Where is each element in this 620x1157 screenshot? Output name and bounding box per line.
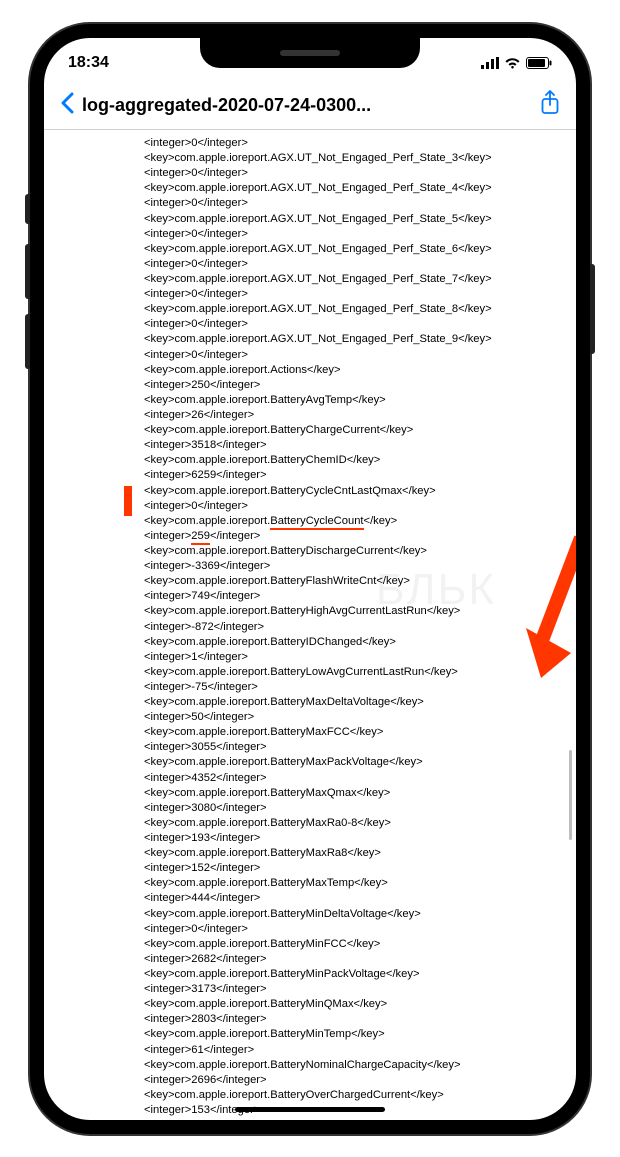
log-line: <integer>0</integer>: [144, 317, 566, 332]
log-line: <integer>2696</integer>: [144, 1073, 566, 1088]
log-line: <integer>4352</integer>: [144, 771, 566, 786]
log-content[interactable]: БЛЬК <integer>0</integer><key>com.apple.…: [44, 130, 576, 1120]
log-line: <integer>250</integer>: [144, 378, 566, 393]
log-line: <key>com.apple.ioreport.BatteryHighAvgCu…: [144, 604, 566, 619]
share-button[interactable]: [540, 90, 560, 121]
log-line: <key>com.apple.ioreport.BatteryLowAvgCur…: [144, 665, 566, 680]
cellular-icon: [481, 57, 499, 69]
log-line: <integer>259</integer>: [144, 529, 566, 544]
log-line: <integer>0</integer>: [144, 287, 566, 302]
log-line: <integer>749</integer>: [144, 589, 566, 604]
log-line: <key>com.apple.ioreport.Actions</key>: [144, 363, 566, 378]
log-line: <integer>0</integer>: [144, 922, 566, 937]
speaker-grille: [280, 50, 340, 56]
log-line: <integer>0</integer>: [144, 166, 566, 181]
log-line: <key>com.apple.ioreport.BatteryAvgTemp</…: [144, 393, 566, 408]
log-line: <integer>444</integer>: [144, 891, 566, 906]
screen: 18:34 log-aggregated-2020-07-24-0300... …: [44, 38, 576, 1120]
log-line: <key>com.apple.ioreport.BatteryMinDeltaV…: [144, 907, 566, 922]
log-line: <key>com.apple.ioreport.BatteryMaxDeltaV…: [144, 695, 566, 710]
log-line: <key>com.apple.ioreport.BatteryNominalCh…: [144, 1058, 566, 1073]
log-line: <key>com.apple.ioreport.BatteryMaxQmax</…: [144, 786, 566, 801]
power-button: [590, 264, 595, 354]
page-title: log-aggregated-2020-07-24-0300...: [82, 95, 532, 116]
log-line: <integer>3055</integer>: [144, 740, 566, 755]
log-line: <key>com.apple.ioreport.AGX.UT_Not_Engag…: [144, 181, 566, 196]
volume-down-button: [25, 314, 30, 369]
log-line: <key>com.apple.ioreport.AGX.UT_Not_Engag…: [144, 332, 566, 347]
log-line: <key>com.apple.ioreport.AGX.UT_Not_Engag…: [144, 242, 566, 257]
log-line: <integer>6259</integer>: [144, 468, 566, 483]
phone-frame: 18:34 log-aggregated-2020-07-24-0300... …: [30, 24, 590, 1134]
log-line: <integer>0</integer>: [144, 227, 566, 242]
log-line: <key>com.apple.ioreport.BatteryFlashWrit…: [144, 574, 566, 589]
log-line: <integer>1</integer>: [144, 650, 566, 665]
log-line: <integer>3518</integer>: [144, 438, 566, 453]
log-line: <key>com.apple.ioreport.BatteryCycleCoun…: [144, 514, 566, 529]
log-line: <key>com.apple.ioreport.BatteryOverCharg…: [144, 1088, 566, 1103]
log-line: <key>com.apple.ioreport.AGX.UT_Not_Engag…: [144, 151, 566, 166]
log-line: <key>com.apple.ioreport.BatteryMaxTemp</…: [144, 876, 566, 891]
log-line: <integer>26</integer>: [144, 408, 566, 423]
log-line: <key>com.apple.ioreport.BatteryMaxRa8</k…: [144, 846, 566, 861]
log-line: <integer>0</integer>: [144, 257, 566, 272]
log-line: <key>com.apple.ioreport.BatteryMinTemp</…: [144, 1027, 566, 1042]
log-line: <key>com.apple.ioreport.BatteryChargeCur…: [144, 423, 566, 438]
log-line: <key>com.apple.ioreport.BatteryCycleCntL…: [144, 484, 566, 499]
battery-icon: [526, 57, 552, 69]
log-line: <integer>3080</integer>: [144, 801, 566, 816]
log-line: <key>com.apple.ioreport.BatteryMinPackVo…: [144, 967, 566, 982]
log-line: <key>com.apple.ioreport.BatteryChemID</k…: [144, 453, 566, 468]
silence-switch: [25, 194, 30, 224]
log-line: <integer>61</integer>: [144, 1043, 566, 1058]
log-line: <key>com.apple.ioreport.BatteryMaxFCC</k…: [144, 725, 566, 740]
log-line: <key>com.apple.ioreport.AGX.UT_Not_Engag…: [144, 212, 566, 227]
highlight-marker: [124, 486, 132, 516]
log-line: <integer>152</integer>: [144, 861, 566, 876]
log-line: <integer>193</integer>: [144, 831, 566, 846]
log-line: <integer>0</integer>: [144, 499, 566, 514]
log-line: <key>com.apple.ioreport.BatteryDischarge…: [144, 544, 566, 559]
wifi-icon: [504, 57, 521, 69]
log-line: <integer>-75</integer>: [144, 680, 566, 695]
volume-up-button: [25, 244, 30, 299]
scroll-indicator: [569, 750, 572, 840]
log-line: <integer>-872</integer>: [144, 620, 566, 635]
log-line: <key>com.apple.ioreport.BatteryMinFCC</k…: [144, 937, 566, 952]
log-line: <integer>2803</integer>: [144, 1012, 566, 1027]
log-line: <integer>-3369</integer>: [144, 559, 566, 574]
nav-bar: log-aggregated-2020-07-24-0300...: [44, 82, 576, 130]
log-line: <integer>2682</integer>: [144, 952, 566, 967]
log-line: <integer>0</integer>: [144, 136, 566, 151]
log-line: <integer>3173</integer>: [144, 982, 566, 997]
log-line: <key>com.apple.ioreport.BatteryMaxPackVo…: [144, 755, 566, 770]
log-line: <key>com.apple.ioreport.AGX.UT_Not_Engag…: [144, 302, 566, 317]
log-line: <key>com.apple.ioreport.BatteryOverDisch…: [144, 1118, 566, 1120]
back-button[interactable]: [60, 90, 74, 121]
log-line: <integer>50</integer>: [144, 710, 566, 725]
log-line: <key>com.apple.ioreport.BatteryMinQMax</…: [144, 997, 566, 1012]
log-line: <integer>0</integer>: [144, 348, 566, 363]
status-time: 18:34: [68, 54, 109, 72]
notch: [200, 38, 420, 68]
home-indicator[interactable]: [235, 1107, 385, 1112]
log-line: <key>com.apple.ioreport.BatteryIDChanged…: [144, 635, 566, 650]
log-line: <key>com.apple.ioreport.AGX.UT_Not_Engag…: [144, 272, 566, 287]
log-line: <key>com.apple.ioreport.BatteryMaxRa0-8<…: [144, 816, 566, 831]
log-line: <integer>0</integer>: [144, 196, 566, 211]
